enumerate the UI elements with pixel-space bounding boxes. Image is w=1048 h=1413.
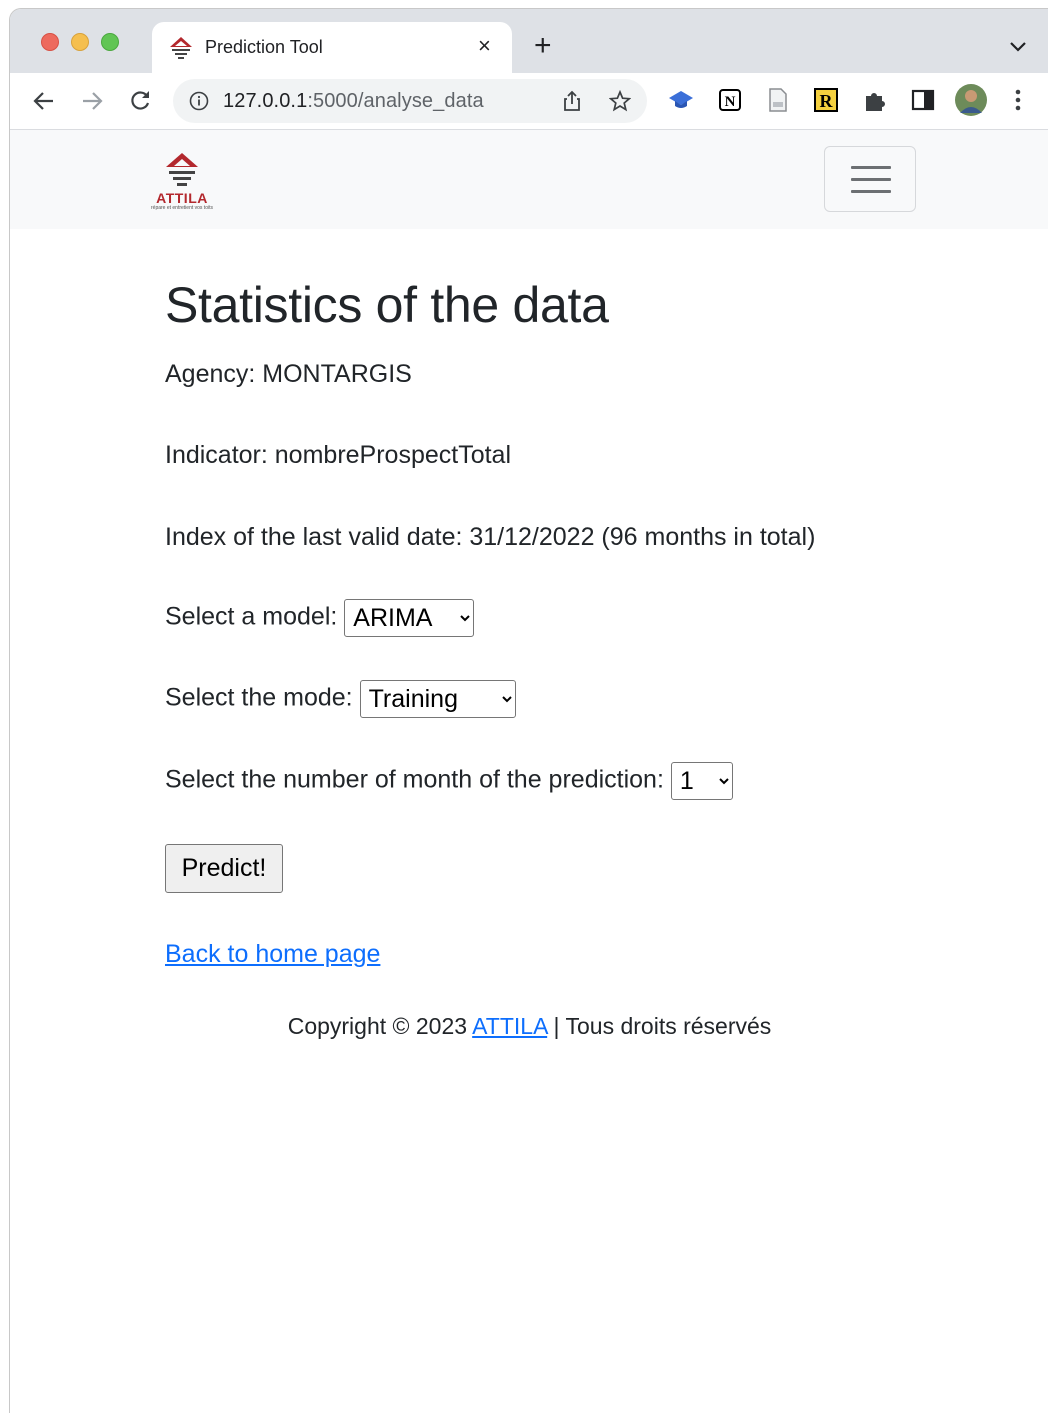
predict-button[interactable]: Predict! [165, 844, 283, 893]
browser-toolbar: 127.0.0.1:5000/analyse_data N R [10, 73, 1048, 130]
notion-extension-icon[interactable]: N [717, 87, 743, 113]
months-select[interactable]: 1 [670, 762, 733, 800]
bookmark-star-icon[interactable] [609, 90, 631, 112]
web-page: ATTILA répare et entretient vos toits St… [10, 130, 1048, 1413]
footer-prefix: Copyright © 2023 [287, 1013, 473, 1039]
side-panel-icon[interactable] [910, 87, 936, 113]
model-select[interactable]: ARIMA [344, 599, 475, 637]
tab-prediction-tool[interactable]: Prediction Tool × [152, 22, 512, 73]
new-tab-button[interactable]: + [534, 31, 552, 61]
page-footer: Copyright © 2023 ATTILA | Tous droits ré… [10, 1013, 1048, 1040]
r-extension-icon[interactable]: R [813, 87, 839, 113]
url-text: 127.0.0.1:5000/analyse_data [223, 90, 484, 113]
tab-search-chevron-icon[interactable] [1008, 39, 1028, 55]
back-arrow-icon[interactable] [30, 87, 58, 115]
tab-strip: Prediction Tool × + [10, 9, 1048, 73]
document-extension-icon[interactable] [765, 87, 791, 113]
hamburger-line [851, 166, 891, 169]
svg-text:R: R [820, 91, 834, 111]
graduation-cap-extension-icon[interactable] [668, 87, 694, 113]
maximize-window-button[interactable] [101, 33, 119, 51]
url-host: 127.0.0.1 [223, 90, 308, 112]
puzzle-extensions-icon[interactable] [862, 87, 888, 113]
last-date-text: Index of the last valid date: 31/12/2022… [165, 523, 816, 551]
profile-avatar[interactable] [954, 83, 988, 117]
forward-arrow-icon[interactable] [78, 87, 106, 115]
reload-icon[interactable] [126, 87, 154, 115]
agency-text: Agency: MONTARGIS [165, 360, 412, 388]
browser-menu-icon[interactable] [1005, 87, 1031, 113]
close-tab-icon[interactable]: × [478, 33, 491, 59]
site-info-icon[interactable] [189, 91, 209, 111]
mode-label: Select the mode: [165, 683, 353, 712]
minimize-window-button[interactable] [71, 33, 89, 51]
brand-name[interactable]: ATTILA [142, 190, 222, 206]
url-path: :5000/analyse_data [307, 90, 484, 112]
months-row: Select the number of month of the predic… [165, 762, 733, 800]
mode-row: Select the mode: Training [165, 680, 516, 718]
hamburger-line [851, 190, 891, 193]
address-bar[interactable]: 127.0.0.1:5000/analyse_data [173, 79, 647, 123]
tab-title: Prediction Tool [205, 37, 323, 57]
back-to-home-link[interactable]: Back to home page [165, 940, 380, 969]
navbar-toggler-button[interactable] [824, 146, 916, 212]
mode-select[interactable]: Training [359, 680, 516, 718]
browser-window: Prediction Tool × + 127.0.0.1:5000/analy… [9, 8, 1048, 1413]
footer-attila-link[interactable]: ATTILA [472, 1013, 547, 1039]
svg-text:N: N [725, 94, 736, 110]
model-row: Select a model: ARIMA [165, 599, 475, 637]
site-navbar: ATTILA répare et entretient vos toits [10, 130, 1048, 229]
attila-favicon-icon [170, 37, 192, 59]
months-label: Select the number of month of the predic… [165, 765, 664, 794]
share-icon[interactable] [561, 90, 583, 112]
hamburger-line [851, 178, 891, 181]
close-window-button[interactable] [41, 33, 59, 51]
model-label: Select a model: [165, 602, 338, 631]
footer-suffix: | Tous droits réservés [547, 1013, 772, 1039]
brand-tagline: répare et entretient vos toits [151, 205, 213, 211]
indicator-text: Indicator: nombreProspectTotal [165, 441, 512, 469]
page-title: Statistics of the data [165, 277, 609, 333]
